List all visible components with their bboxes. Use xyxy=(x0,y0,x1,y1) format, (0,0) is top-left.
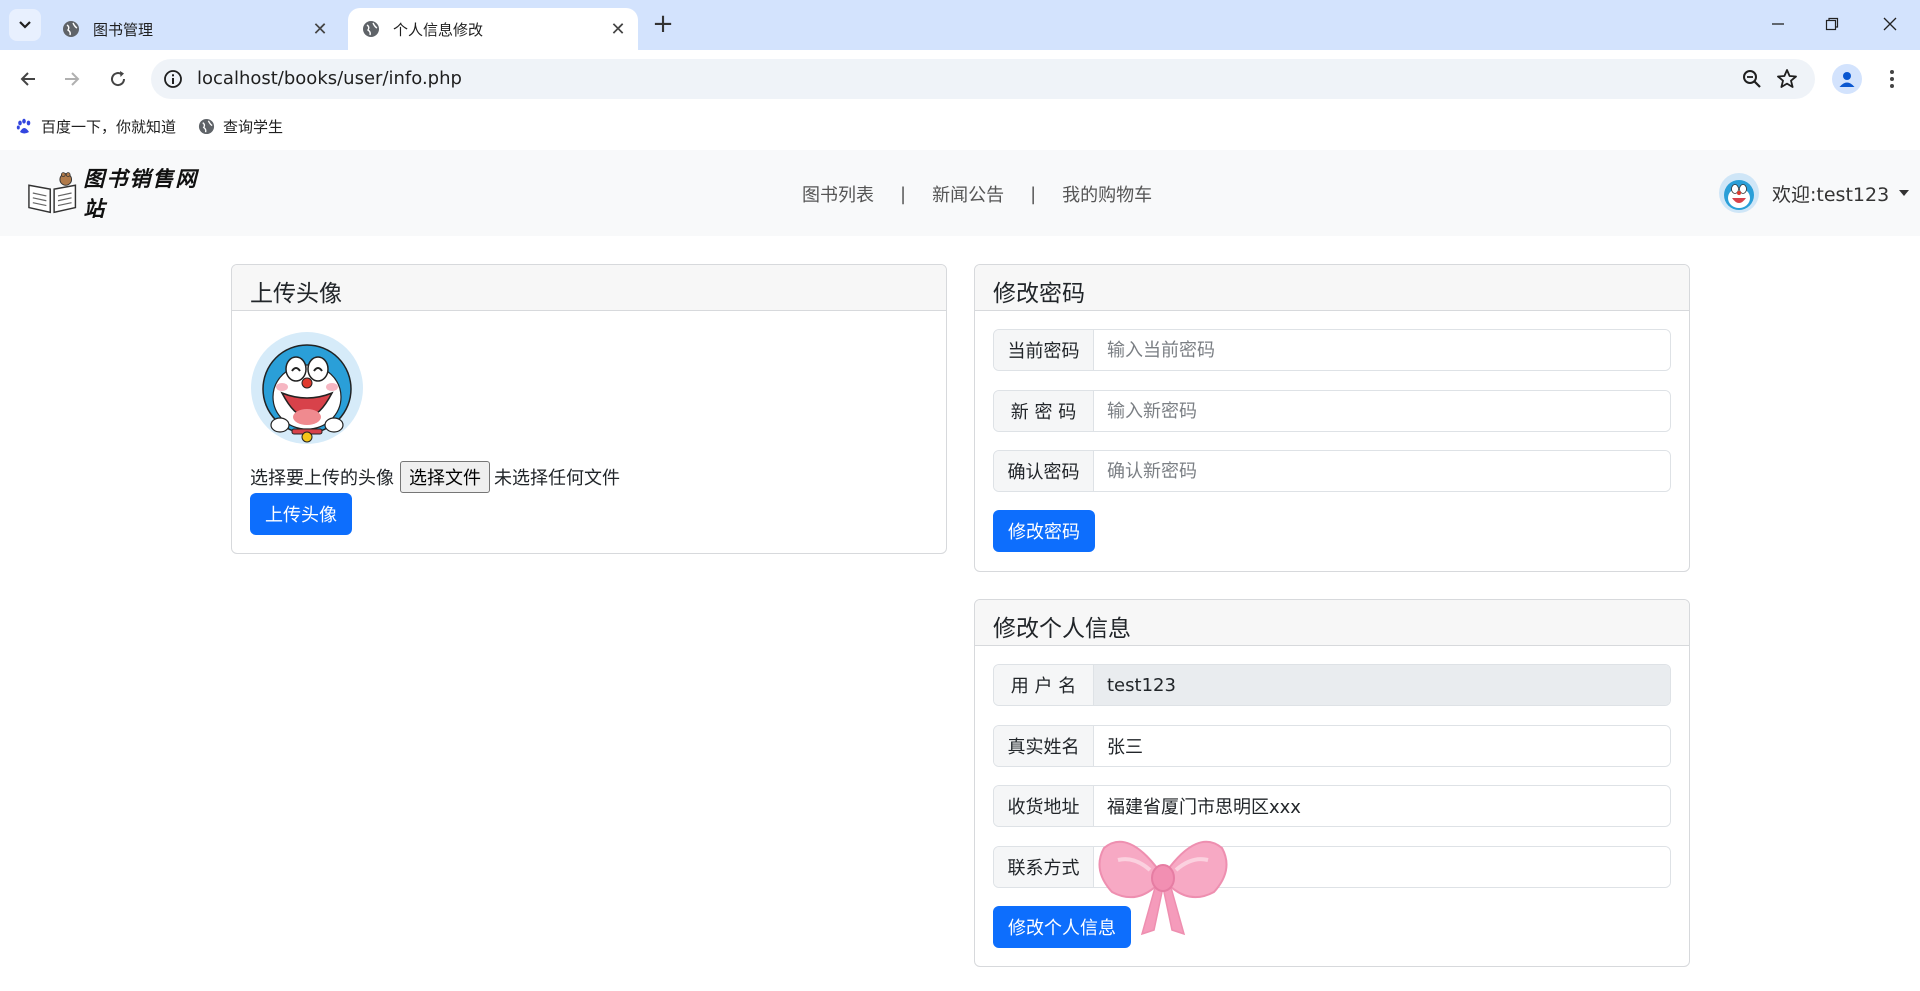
bookmark-label: 查询学生 xyxy=(223,117,284,136)
confirm-password-group: 确认密码 xyxy=(993,450,1671,492)
field-label: 联系方式 xyxy=(994,847,1094,887)
site-navbar: 图书销售网站 图书列表 | 新闻公告 | 我的购物车 欢迎:test123 xyxy=(0,150,1920,236)
restore-icon[interactable] xyxy=(1812,8,1852,40)
current-password-input[interactable] xyxy=(1094,330,1670,370)
url-text: localhost/books/user/info.php xyxy=(197,68,462,89)
bookmarks-bar: 百度一下，你就知道 查询学生 xyxy=(0,108,1920,144)
username-input xyxy=(1094,665,1670,705)
open-book-icon xyxy=(28,172,77,214)
caret-down-icon xyxy=(1899,190,1910,196)
current-password-group: 当前密码 xyxy=(993,329,1671,371)
username-group: 用 户 名 xyxy=(993,664,1671,706)
user-avatar xyxy=(1719,173,1759,213)
contact-group: 联系方式 xyxy=(993,846,1671,888)
bookmark-baidu[interactable]: 百度一下，你就知道 xyxy=(16,116,176,136)
globe-icon xyxy=(63,21,79,37)
edit-profile-card: 修改个人信息 用 户 名 真实姓名 收货地址 联系方式 修改个人信息 xyxy=(974,599,1690,967)
menu-news[interactable]: 新闻公告 xyxy=(932,181,1004,207)
field-label: 新 密 码 xyxy=(994,391,1094,431)
browser-tab-bar: 图书管理 ✕ 个人信息修改 ✕ + xyxy=(0,0,1920,50)
address-bar[interactable]: localhost/books/user/info.php xyxy=(151,59,1815,99)
pink-bow-decoration xyxy=(1098,840,1228,936)
logo-text: 图书销售网站 xyxy=(83,166,199,221)
menu-separator: | xyxy=(1030,183,1037,205)
new-tab-plus-icon[interactable]: + xyxy=(650,11,676,38)
more-menu-icon[interactable] xyxy=(1880,64,1904,94)
site-info-icon[interactable] xyxy=(163,69,183,89)
welcome-text: 欢迎:test123 xyxy=(1772,183,1890,206)
close-tab-icon[interactable]: ✕ xyxy=(310,19,330,40)
change-password-button[interactable]: 修改密码 xyxy=(993,510,1095,552)
reload-icon[interactable] xyxy=(103,64,133,94)
tab-title: 图书管理 xyxy=(93,20,154,39)
field-label: 用 户 名 xyxy=(994,665,1094,705)
current-avatar-image xyxy=(251,332,363,444)
minimize-icon[interactable] xyxy=(1758,8,1798,40)
tab-title: 个人信息修改 xyxy=(393,20,484,39)
globe-icon xyxy=(363,21,379,37)
bookmark-star-icon[interactable] xyxy=(1775,67,1799,91)
site-logo[interactable]: 图书销售网站 xyxy=(27,166,217,221)
bookmark-label: 百度一下，你就知道 xyxy=(41,117,177,136)
field-label: 确认密码 xyxy=(994,451,1094,491)
menu-book-list[interactable]: 图书列表 xyxy=(802,181,874,207)
chevron-down-icon xyxy=(19,21,31,29)
field-label: 当前密码 xyxy=(994,330,1094,370)
bookmark-query-student[interactable]: 查询学生 xyxy=(198,116,283,136)
zoom-icon[interactable] xyxy=(1741,68,1763,90)
confirm-password-input[interactable] xyxy=(1094,451,1670,491)
no-file-text: 未选择任何文件 xyxy=(494,468,620,489)
close-window-icon[interactable] xyxy=(1870,8,1910,40)
menu-separator: | xyxy=(900,183,907,205)
menu-cart[interactable]: 我的购物车 xyxy=(1062,181,1152,207)
real-name-input[interactable] xyxy=(1094,726,1670,766)
field-label: 真实姓名 xyxy=(994,726,1094,766)
forward-arrow-icon[interactable] xyxy=(57,64,87,94)
globe-icon xyxy=(198,118,215,134)
paw-icon xyxy=(16,118,31,133)
tab-book-management[interactable]: 图书管理 ✕ xyxy=(48,8,340,50)
upload-avatar-button[interactable]: 上传头像 xyxy=(250,493,352,535)
change-password-card: 修改密码 当前密码 新 密 码 确认密码 修改密码 xyxy=(974,264,1690,572)
back-arrow-icon[interactable] xyxy=(13,64,43,94)
close-tab-icon[interactable]: ✕ xyxy=(608,19,628,40)
upload-row: 选择要上传的头像 选择文件 未选择任何文件 xyxy=(250,461,620,493)
card-title: 修改个人信息 xyxy=(975,600,1689,646)
main-menu: 图书列表 | 新闻公告 | 我的购物车 xyxy=(802,181,1152,207)
choose-file-button[interactable]: 选择文件 xyxy=(400,461,490,493)
address-input[interactable] xyxy=(1094,786,1670,826)
tab-search-button[interactable] xyxy=(9,9,41,41)
card-title: 上传头像 xyxy=(232,265,946,311)
card-title: 修改密码 xyxy=(975,265,1689,311)
field-label: 收货地址 xyxy=(994,786,1094,826)
new-password-input[interactable] xyxy=(1094,391,1670,431)
tab-profile-edit[interactable]: 个人信息修改 ✕ xyxy=(348,8,638,50)
profile-icon[interactable] xyxy=(1832,64,1862,94)
choose-avatar-label: 选择要上传的头像 xyxy=(250,468,394,489)
user-dropdown[interactable]: 欢迎:test123 xyxy=(1718,172,1910,214)
address-group: 收货地址 xyxy=(993,785,1671,827)
new-password-group: 新 密 码 xyxy=(993,390,1671,432)
real-name-group: 真实姓名 xyxy=(993,725,1671,767)
browser-toolbar: localhost/books/user/info.php xyxy=(0,50,1920,108)
upload-avatar-card: 上传头像 选择要上传的头像 选择文件 未选择任何文件 上传头像 xyxy=(231,264,947,554)
